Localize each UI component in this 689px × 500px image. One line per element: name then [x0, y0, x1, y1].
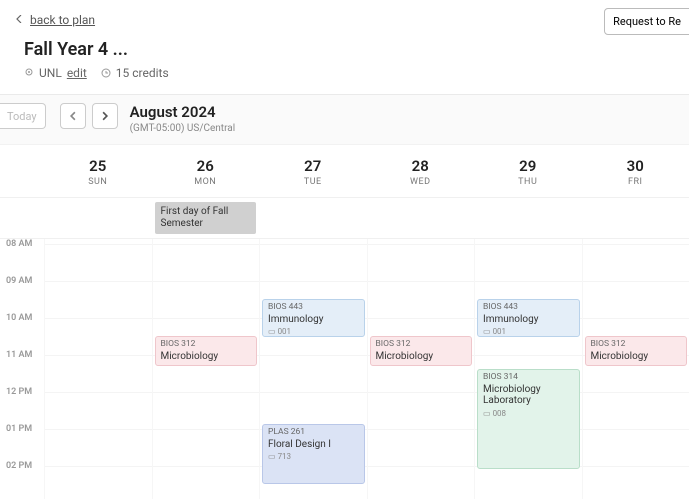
hour-label: 11 AM	[6, 350, 32, 360]
today-button[interactable]: Today	[0, 103, 46, 129]
month-title: August 2024	[130, 103, 236, 121]
day-header: 30FRI	[582, 145, 689, 197]
slots: BIOS 312 Microbiology BIOS 443 Immunolog…	[44, 239, 689, 499]
door-icon: ▭	[483, 327, 491, 336]
day-column-fri: BIOS 312 Microbiology	[582, 239, 689, 499]
event-card[interactable]: BIOS 314 Microbiology Laboratory ▭008	[477, 369, 580, 469]
door-icon: ▭	[483, 409, 491, 418]
hour-label: 08 AM	[6, 239, 32, 249]
prev-button[interactable]	[60, 103, 86, 129]
back-link[interactable]: back to plan	[16, 13, 95, 27]
timezone-label: (GMT-05:00) US/Central	[130, 123, 236, 134]
calendar-toolbar: Today August 2024 (GMT-05:00) US/Central	[0, 95, 689, 145]
day-header: 28WED	[367, 145, 475, 197]
page-title: Fall Year 4 ...	[24, 39, 673, 60]
chevron-left-icon	[68, 111, 78, 121]
allday-event[interactable]: First day of Fall Semester	[155, 202, 257, 234]
day-header: 26MON	[152, 145, 260, 197]
location-icon	[24, 68, 34, 78]
event-card[interactable]: BIOS 443 Immunology ▭001	[262, 299, 365, 337]
page-header: back to plan Fall Year 4 ... UNL edit 15…	[0, 0, 689, 95]
credits-label: 15 credits	[116, 66, 169, 80]
day-column-tue: BIOS 443 Immunology ▭001 PLAS 261 Floral…	[259, 239, 367, 499]
day-column-sun	[44, 239, 152, 499]
chevron-left-icon	[16, 15, 26, 25]
hour-label: 12 PM	[6, 387, 32, 397]
next-button[interactable]	[92, 103, 118, 129]
day-header: 29THU	[474, 145, 582, 197]
page-meta: UNL edit 15 credits	[24, 66, 673, 80]
school-label: UNL	[39, 66, 62, 80]
event-card[interactable]: BIOS 312 Microbiology	[370, 336, 473, 366]
day-header-row: 25SUN 26MON 27TUE 28WED 29THU 30FRI	[0, 145, 689, 198]
allday-row: First day of Fall Semester	[0, 198, 689, 239]
calendar: 25SUN 26MON 27TUE 28WED 29THU 30FRI Firs…	[0, 145, 689, 499]
hour-label: 01 PM	[6, 424, 32, 434]
edit-link[interactable]: edit	[67, 66, 87, 80]
chevron-right-icon	[100, 111, 110, 121]
back-link-label: back to plan	[30, 13, 95, 27]
clock-icon	[101, 68, 111, 78]
event-card[interactable]: BIOS 312 Microbiology	[585, 336, 688, 366]
day-column-wed: BIOS 312 Microbiology	[367, 239, 475, 499]
event-card[interactable]: BIOS 443 Immunology ▭001	[477, 299, 580, 337]
door-icon: ▭	[268, 452, 276, 461]
request-button[interactable]: Request to Re	[604, 8, 689, 35]
event-card[interactable]: BIOS 312 Microbiology	[155, 336, 258, 366]
hour-label: 02 PM	[6, 461, 32, 471]
event-card[interactable]: PLAS 261 Floral Design I ▭713	[262, 424, 365, 484]
day-column-thu: BIOS 443 Immunology ▭001 BIOS 314 Microb…	[474, 239, 582, 499]
hour-label: 09 AM	[6, 276, 32, 286]
day-column-mon: BIOS 312 Microbiology	[152, 239, 260, 499]
day-header: 27TUE	[259, 145, 367, 197]
hour-gutter: 08 AM 09 AM 10 AM 11 AM 12 PM 01 PM 02 P…	[0, 239, 44, 499]
day-header: 25SUN	[44, 145, 152, 197]
hour-label: 10 AM	[6, 313, 32, 323]
time-grid: 08 AM 09 AM 10 AM 11 AM 12 PM 01 PM 02 P…	[0, 239, 689, 499]
door-icon: ▭	[268, 327, 276, 336]
